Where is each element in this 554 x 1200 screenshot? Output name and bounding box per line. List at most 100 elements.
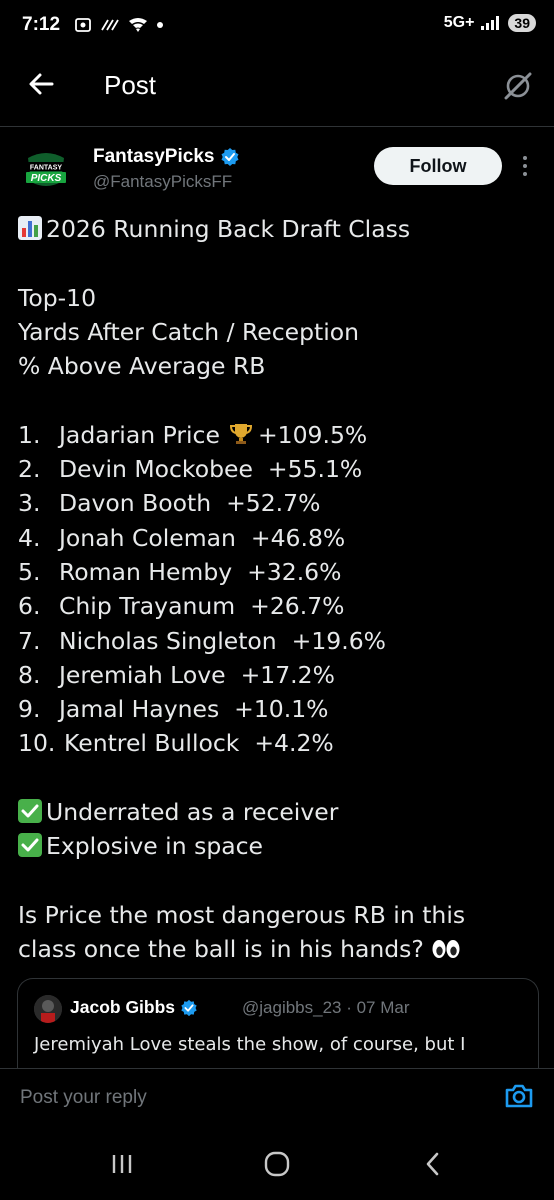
ranking-item: 7. Nicholas Singleton +19.6% [18, 624, 538, 658]
quoted-post-card[interactable]: Jacob Gibbs @jagibbs_23 · 07 Mar Jeremiy… [17, 978, 539, 1069]
player-name: Roman Hemby [59, 557, 233, 586]
bar-chart-emoji-icon [18, 216, 42, 240]
ranking-list: 1. Jadarian Price +109.5% 2. Devin Mockobee … [18, 418, 538, 761]
subtitle-line: % Above Average RB [18, 352, 266, 381]
dot-icon [157, 22, 163, 28]
question-line: class once the ball is in his hands? [18, 932, 538, 966]
yac-percent-value: +55.1% [267, 455, 363, 484]
reply-input[interactable] [18, 1082, 462, 1114]
camera-button[interactable] [503, 1080, 535, 1112]
author-handle[interactable]: @FantasyPicksFF [93, 172, 232, 192]
ranking-number: 4. [18, 523, 41, 552]
ranking-item: 3. Davon Booth +52.7% [18, 486, 538, 520]
grok-button[interactable] [502, 70, 534, 102]
battery-level: 39 [508, 14, 536, 32]
arrow-left-icon [29, 73, 54, 95]
page-title: Post [104, 70, 157, 100]
ranking-number: 7. [18, 626, 41, 655]
ranking-number: 6. [18, 592, 41, 621]
status-time: 7:12 [22, 14, 61, 35]
ranking-number: 3. [18, 489, 41, 518]
player-name: Kentrel Bullock [64, 729, 240, 758]
camera-icon [505, 1084, 533, 1108]
yac-percent-value: +4.2% [254, 729, 334, 758]
question-line: Is Price the most dangerous RB in this [18, 900, 466, 929]
avatar-text-top: FANTASY [30, 165, 62, 172]
post-text: 2026 Running Back Draft Class Top-10 Yar… [18, 212, 538, 967]
ranking-number: 5. [18, 557, 41, 586]
quoted-text: Jeremiyah Love steals the show, of cours… [34, 1034, 466, 1055]
status-right: 5G+ 39 [444, 14, 536, 32]
signal-icon [481, 16, 500, 30]
ranking-item: 6. Chip Trayanum +26.7% [18, 589, 538, 623]
yac-percent-value: +26.7% [250, 592, 345, 621]
quoted-name-row: Jacob Gibbs [70, 997, 198, 1018]
player-name: Devin Mockobee [59, 455, 253, 484]
ranking-number: 8. [18, 660, 41, 689]
quoted-avatar-image [34, 995, 62, 1023]
ranking-item: 1. Jadarian Price +109.5% [18, 418, 538, 452]
player-name: Chip Trayanum [59, 592, 236, 621]
author-name[interactable]: FantasyPicks [93, 146, 214, 168]
yac-percent-value: +17.2% [240, 660, 335, 689]
eyes-emoji-icon [432, 940, 460, 959]
ranking-item: 10. Kentrel Bullock +4.2% [18, 726, 538, 760]
quoted-handle-date: @jagibbs_23 · 07 Mar [242, 998, 410, 1017]
check-text: Underrated as a receiver [46, 798, 339, 827]
header-divider [0, 126, 554, 127]
chevron-left-icon [426, 1152, 439, 1176]
verified-badge-icon [181, 999, 197, 1016]
player-name: Jonah Coleman [59, 523, 236, 552]
data-saver-icon [101, 19, 119, 31]
yac-percent-value: +32.6% [247, 557, 342, 586]
ranking-item: 5. Roman Hemby +32.6% [18, 555, 538, 589]
subtitle-line: Yards After Catch / Reception [18, 317, 360, 346]
yac-percent-value: +109.5% [257, 420, 368, 449]
ranking-item: 2. Devin Mockobee +55.1% [18, 452, 538, 486]
question-text: class once the ball is in his hands? [18, 935, 424, 964]
reply-divider [0, 1068, 554, 1069]
player-name: Jeremiah Love [59, 660, 226, 689]
quoted-avatar[interactable] [34, 995, 62, 1023]
check-line: Explosive in space [18, 829, 538, 863]
ranking-item: 9. Jamal Haynes +10.1% [18, 692, 538, 726]
post-title: 2026 Running Back Draft Class [46, 215, 411, 243]
back-button[interactable] [24, 66, 60, 102]
network-label: 5G+ [443, 14, 475, 31]
home-circle-icon [264, 1151, 290, 1177]
post-title-line: 2026 Running Back Draft Class [18, 212, 538, 246]
follow-button[interactable]: Follow [374, 147, 502, 185]
trophy-emoji-icon [229, 423, 252, 444]
recent-apps-icon [112, 1155, 132, 1173]
ranking-number: 1. [18, 420, 41, 449]
ranking-number: 9. [18, 695, 41, 724]
ranking-item: 4. Jonah Coleman +46.8% [18, 521, 538, 555]
quoted-author-name: Jacob Gibbs [70, 997, 176, 1017]
ranking-item: 8. Jeremiah Love +17.2% [18, 658, 538, 692]
author-name-row[interactable]: FantasyPicks [93, 146, 240, 168]
check-line: Underrated as a receiver [18, 795, 538, 829]
grok-icon [504, 72, 532, 100]
yac-percent-value: +46.8% [250, 523, 346, 552]
check-mark-emoji-icon [18, 833, 42, 858]
ranking-number: 2. [18, 455, 41, 484]
player-name: Jamal Haynes [59, 695, 220, 724]
player-name: Jadarian Price [59, 420, 220, 449]
avatar[interactable]: FANTASY PICKS [18, 142, 74, 198]
ranking-number: 10. [18, 729, 56, 758]
more-options-button[interactable] [516, 152, 534, 180]
fantasypicks-logo: FANTASY PICKS [18, 142, 74, 198]
recent-apps-button[interactable] [110, 1152, 134, 1176]
subtitle-line: Top-10 [18, 283, 97, 312]
system-back-button[interactable] [422, 1151, 444, 1177]
avatar-text-bottom: PICKS [31, 173, 62, 184]
yac-percent-value: +19.6% [291, 626, 386, 655]
home-button[interactable] [264, 1151, 290, 1177]
check-text: Explosive in space [46, 832, 264, 861]
check-mark-emoji-icon [18, 799, 42, 824]
player-name: Nicholas Singleton [59, 626, 277, 655]
